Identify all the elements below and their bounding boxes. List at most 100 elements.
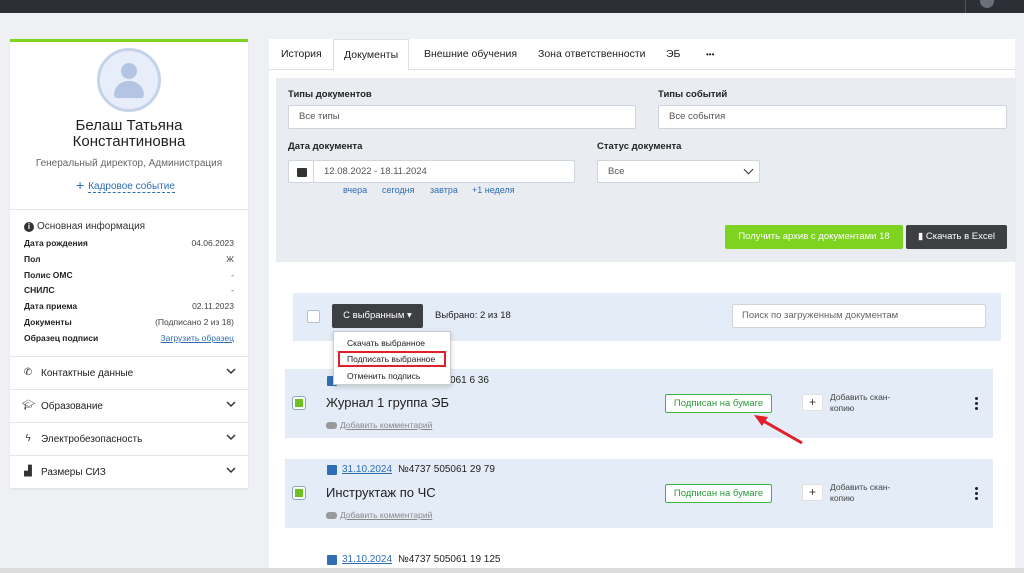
quick-tomorrow[interactable]: завтра [430, 185, 458, 195]
graduation-cap-icon: 🎓︎ [22, 400, 35, 411]
doc-checkbox-checked[interactable] [293, 397, 305, 409]
info-key: Документы [24, 317, 72, 327]
section-label: Образование [41, 401, 103, 412]
comment-icon [326, 422, 337, 429]
download-excel-button[interactable]: ▮ Скачать в Excel [906, 225, 1007, 249]
chevron-down-icon [226, 434, 236, 441]
section-label: Размеры СИЗ [41, 467, 106, 478]
annotation-arrow-icon [754, 415, 803, 445]
section-education[interactable]: 🎓︎ Образование [10, 389, 248, 422]
more-icon[interactable] [975, 487, 979, 502]
add-comment-link[interactable]: Добавить комментарий [326, 420, 432, 430]
add-scan-label[interactable]: Добавить скан-копию [830, 392, 910, 414]
employee-position: Генеральный директор, Администрация [35, 158, 223, 169]
info-row-snils: СНИЛС - [24, 285, 234, 297]
tab-documents[interactable]: Документы [333, 39, 410, 71]
calendar-icon [327, 465, 337, 475]
quick-next-week[interactable]: +1 неделя [472, 185, 515, 195]
section-contacts[interactable]: ✆ Контактные данные [10, 356, 248, 389]
select-all-checkbox[interactable] [307, 310, 320, 323]
highlight-box [338, 351, 446, 367]
doc-number: №4737 505061 29 79 [398, 464, 495, 475]
user-avatar-icon[interactable] [980, 0, 994, 8]
avatar-icon [97, 48, 161, 112]
add-scan-button[interactable]: + [802, 484, 823, 501]
chevron-down-icon [226, 467, 236, 474]
info-value: (Подписано 2 из 18) [155, 317, 234, 327]
doc-types-label: Типы документов [288, 89, 372, 100]
menu-download-selected[interactable]: Скачать выбранное [347, 338, 425, 348]
section-electrical-safety[interactable]: ϟ Электробезопасность [10, 422, 248, 455]
selected-count: Выбрано: 2 из 18 [435, 310, 511, 321]
section-ppe-sizes[interactable]: ▟ Размеры СИЗ [10, 455, 248, 488]
upload-signature-link[interactable]: Загрузить образец [160, 333, 234, 343]
info-value: - [231, 270, 234, 280]
chevron-down-icon [743, 164, 754, 175]
add-scan-button[interactable]: + [802, 394, 823, 411]
more-icon[interactable] [975, 397, 979, 412]
event-types-input[interactable]: Все события [658, 105, 1007, 129]
info-key: Пол [24, 254, 41, 264]
get-archive-button[interactable]: Получить архив с документами 18 [725, 225, 903, 249]
doc-date-link[interactable]: 31.10.2024 [342, 554, 392, 565]
doc-types-input[interactable]: Все типы [288, 105, 636, 129]
document-row: 31.10.2024 №4737 505061 29 79 Инструктаж… [285, 459, 993, 528]
quick-yesterday[interactable]: вчера [343, 185, 367, 195]
hr-event-link[interactable]: + Кадровое событие [76, 177, 175, 193]
event-types-label: Типы событий [658, 89, 728, 100]
bottom-strip [0, 568, 1024, 573]
info-icon: i [24, 222, 34, 232]
phone-icon: ✆ [23, 367, 33, 378]
doc-search-input[interactable]: Поиск по загруженным документам [732, 304, 986, 328]
info-key: Образец подписи [24, 333, 99, 343]
tab-responsibility-zone[interactable]: Зона ответственности [528, 39, 656, 70]
doc-date-link[interactable]: 31.10.2024 [342, 464, 392, 475]
doc-date-input[interactable]: 12.08.2022 - 18.11.2024 [313, 160, 575, 183]
top-bar [0, 0, 1024, 13]
info-key: Дата рождения [24, 238, 88, 248]
info-row-gender: Пол Ж [24, 254, 234, 266]
with-selected-button[interactable]: С выбранным ▾ [332, 304, 423, 328]
tab-more[interactable]: ••• [696, 39, 724, 70]
name-line-1: Белаш Татьяна [75, 117, 183, 134]
info-key: СНИЛС [24, 285, 55, 295]
info-value: Ж [226, 254, 234, 264]
chevron-down-icon [226, 401, 236, 408]
calendar-icon [297, 168, 307, 177]
add-scan-label[interactable]: Добавить скан-копию [830, 482, 910, 504]
employee-name: Белаш Татьяна Константиновна [10, 118, 248, 150]
with-selected-dropdown: Скачать выбранное Подписать выбранное От… [333, 331, 451, 385]
calendar-button[interactable] [288, 160, 314, 183]
doc-number: 061 6 36 [450, 375, 489, 386]
doc-title: Инструктаж по ЧС [326, 485, 436, 500]
info-row-birthdate: Дата рождения 04.06.2023 [24, 238, 234, 250]
quick-today[interactable]: сегодня [382, 185, 415, 195]
boot-icon: ▟ [24, 466, 32, 477]
info-value: 04.06.2023 [191, 238, 234, 248]
tab-bar: История Документы Внешние обучения Зона … [269, 39, 1015, 71]
tab-history[interactable]: История [271, 39, 332, 70]
menu-cancel-signature[interactable]: Отменить подпись [347, 371, 420, 381]
profile-card: Белаш Татьяна Константиновна Генеральный… [10, 39, 248, 488]
bolt-icon: ϟ [25, 433, 31, 444]
status-badge: Подписан на бумаге [665, 484, 772, 503]
tab-eb[interactable]: ЭБ [656, 39, 690, 70]
tab-external-training[interactable]: Внешние обучения [414, 39, 527, 70]
doc-checkbox-checked[interactable] [293, 487, 305, 499]
divider [10, 209, 248, 210]
doc-status-select[interactable]: Все [597, 160, 760, 183]
info-title: i Основная информация [24, 221, 145, 232]
section-label: Контактные данные [41, 368, 134, 379]
add-comment-link[interactable]: Добавить комментарий [326, 510, 432, 520]
info-row-oms: Полис ОМС - [24, 270, 234, 282]
hr-event-label: Кадровое событие [88, 181, 175, 193]
comment-icon [326, 512, 337, 519]
comment-label: Добавить комментарий [340, 420, 433, 430]
info-value: 02.11.2023 [192, 301, 234, 311]
info-value: - [231, 285, 234, 295]
name-line-2: Константиновна [72, 133, 186, 150]
plus-icon: + [76, 177, 85, 193]
doc-status-value: Все [608, 166, 625, 177]
doc-date-label: Дата документа [288, 141, 363, 152]
section-label: Электробезопасность [41, 434, 143, 445]
